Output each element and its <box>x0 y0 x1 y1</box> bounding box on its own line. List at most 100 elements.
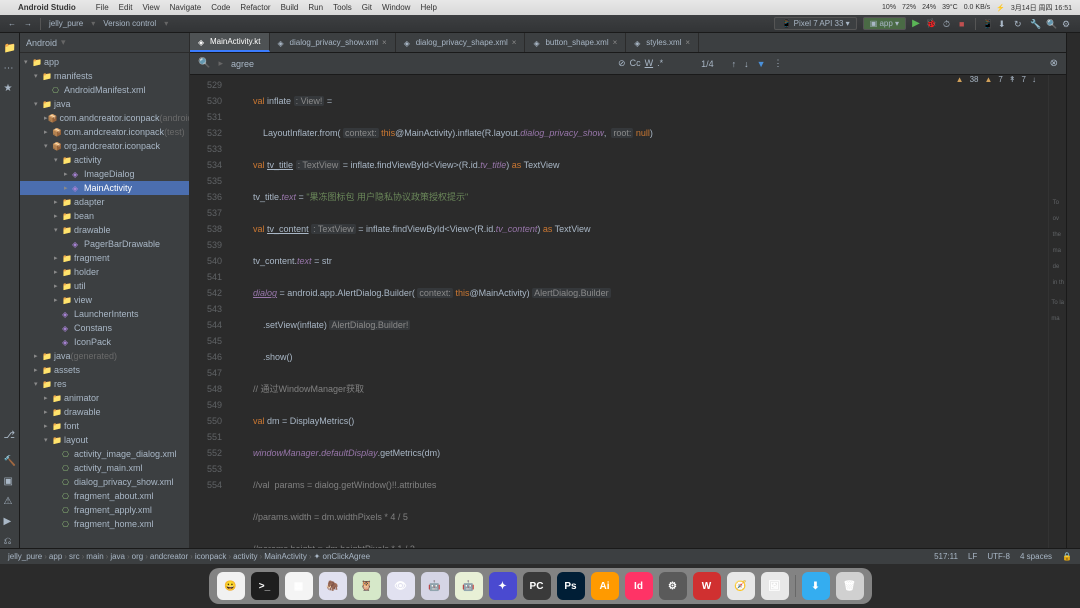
mac-status-item[interactable]: 72% <box>902 4 916 11</box>
run-icon[interactable]: ▶ <box>912 18 920 29</box>
project-view-selector[interactable]: Android▾ <box>20 33 189 53</box>
tree-item[interactable]: ▾ 📁 res <box>20 377 189 391</box>
tree-item[interactable]: ▾ 📁 activity <box>20 153 189 167</box>
breadcrumb-item[interactable]: main <box>86 552 103 561</box>
breadcrumb-item[interactable]: activity <box>233 552 257 561</box>
mac-status-item[interactable]: ⚡ <box>996 4 1005 12</box>
breadcrumb-item[interactable]: MainActivity <box>264 552 307 561</box>
dock-app-icon[interactable]: 🗑 <box>836 572 864 600</box>
sync-icon[interactable]: ↻ <box>1014 19 1024 29</box>
tree-item[interactable]: ▾ 📦 org.andcreator.iconpack <box>20 139 189 153</box>
tree-item[interactable]: ▸ 📁 drawable <box>20 405 189 419</box>
breadcrumb[interactable]: jelly_pure › app › src › main › java › o… <box>8 552 370 561</box>
tree-item[interactable]: ▸ 📁 bean <box>20 209 189 223</box>
run-config-selector[interactable]: ▣ app ▾ <box>863 17 906 30</box>
find-close-icon[interactable]: ⊗ <box>1050 58 1058 69</box>
mac-status-item[interactable]: 0.0 KB/s <box>964 4 990 11</box>
tree-item[interactable]: ▸ 📁 assets <box>20 363 189 377</box>
mac-menu-item[interactable]: Git <box>362 3 372 12</box>
tree-item[interactable]: ⎔ dialog_privacy_show.xml <box>20 475 189 489</box>
dock-app-icon[interactable]: 🧭 <box>727 572 755 600</box>
mac-menu-item[interactable]: View <box>142 3 159 12</box>
vcs-tool-icon[interactable]: ⎌ <box>4 536 16 548</box>
dock-app-icon[interactable]: 🤖 <box>455 572 483 600</box>
problems-tool-icon[interactable]: ⚠ <box>4 496 16 508</box>
find-word-icon[interactable]: W <box>645 58 654 69</box>
breadcrumb-item[interactable]: andcreator <box>150 552 188 561</box>
code-editor[interactable]: val inflate : View! = LayoutInflater.fro… <box>228 75 1048 548</box>
tree-item[interactable]: ▸ 📁 java (generated) <box>20 349 189 363</box>
editor-tab[interactable]: ◈ MainActivity.kt <box>190 33 270 52</box>
mac-menu-item[interactable]: Code <box>211 3 230 12</box>
readonly-icon[interactable]: 🔒 <box>1062 552 1072 561</box>
editor-tab[interactable]: ◈ dialog_privacy_show.xml × <box>270 33 396 52</box>
mac-status-item[interactable]: 3月14日 周四 16:51 <box>1011 3 1072 13</box>
run-tool-icon[interactable]: ▶ <box>4 516 16 528</box>
file-encoding[interactable]: UTF-8 <box>987 552 1010 561</box>
indent-setting[interactable]: 4 spaces <box>1020 552 1052 561</box>
find-filter-icon[interactable]: ▼ <box>757 59 766 69</box>
cursor-position[interactable]: 517:11 <box>934 552 958 561</box>
mac-menu-item[interactable]: Refactor <box>240 3 270 12</box>
git-tool-icon[interactable]: ⎇ <box>4 430 16 442</box>
tree-item[interactable]: ◈ Constans <box>20 321 189 335</box>
tree-item[interactable]: ◈ PagerBarDrawable <box>20 237 189 251</box>
dock-app-icon[interactable]: 🖼 <box>761 572 789 600</box>
tree-item[interactable]: ▾ 📁 app <box>20 55 189 69</box>
tree-item[interactable]: ⎔ fragment_home.xml <box>20 517 189 531</box>
mac-menu-item[interactable]: Edit <box>119 3 133 12</box>
tree-item[interactable]: ▾ 📁 manifests <box>20 69 189 83</box>
tree-item[interactable]: ◈ LauncherIntents <box>20 307 189 321</box>
breadcrumb-item[interactable]: org <box>132 552 144 561</box>
tree-item[interactable]: ▸ 📁 view <box>20 293 189 307</box>
avd-icon[interactable]: 📱 <box>982 19 992 29</box>
tree-item[interactable]: ⎔ fragment_about.xml <box>20 489 189 503</box>
find-regex-icon[interactable]: .* <box>657 58 663 69</box>
tree-item[interactable]: ▾ 📁 drawable <box>20 223 189 237</box>
mac-menu-item[interactable]: Window <box>382 3 410 12</box>
mac-menu-item[interactable]: Tools <box>333 3 352 12</box>
terminal-tool-icon[interactable]: ▣ <box>4 476 16 488</box>
mac-status-item[interactable]: 24% <box>922 4 936 11</box>
find-case-icon[interactable]: Cc <box>630 58 641 69</box>
tree-item[interactable]: ▸ 📁 fragment <box>20 251 189 265</box>
project-name[interactable]: jelly_pure <box>49 19 83 28</box>
search-icon[interactable]: 🔍 <box>1046 19 1056 29</box>
dock-app-icon[interactable]: 😀 <box>217 572 245 600</box>
settings-icon[interactable]: ⚙ <box>1062 19 1072 29</box>
tree-item[interactable]: ▸ 📁 holder <box>20 265 189 279</box>
editor-tab[interactable]: ◈ button_shape.xml × <box>525 33 626 52</box>
dock-app-icon[interactable]: Id <box>625 572 653 600</box>
dock-app-icon[interactable]: W <box>693 572 721 600</box>
find-more-icon[interactable]: ⋮ <box>774 58 783 69</box>
breadcrumb-item[interactable]: java <box>110 552 125 561</box>
mac-menu-item[interactable]: Build <box>281 3 299 12</box>
find-down-icon[interactable]: ↓ <box>744 59 749 69</box>
project-tool-icon[interactable]: 📁 <box>4 43 16 55</box>
dock-app-icon[interactable]: 🤖 <box>421 572 449 600</box>
find-search-icon[interactable]: 🔍 <box>198 58 210 69</box>
structure-tool-icon[interactable]: ⋯ <box>4 63 16 75</box>
close-tab-icon[interactable]: × <box>685 38 690 47</box>
editor-tab[interactable]: ◈ dialog_privacy_shape.xml × <box>396 33 526 52</box>
nav-back-icon[interactable]: ← <box>8 19 16 28</box>
tree-item[interactable]: ▸ 📁 util <box>20 279 189 293</box>
app-name[interactable]: Android Studio <box>18 3 76 12</box>
line-separator[interactable]: LF <box>968 552 977 561</box>
mac-menu-item[interactable]: Navigate <box>170 3 202 12</box>
tree-item[interactable]: ▸ 📁 adapter <box>20 195 189 209</box>
tree-item[interactable]: ▾ 📁 layout <box>20 433 189 447</box>
debug-icon[interactable]: 🐞 <box>926 18 937 29</box>
tools-icon[interactable]: 🔧 <box>1030 19 1040 29</box>
minimap[interactable]: Toovthemadein th To lama <box>1048 75 1066 548</box>
tree-item[interactable]: ▸ 📦 com.andcreator.iconpack (androidTes <box>20 111 189 125</box>
vcs-label[interactable]: Version control <box>103 19 156 28</box>
breadcrumb-item[interactable]: ✦ onClickAgree <box>314 552 371 561</box>
breadcrumb-item[interactable]: src <box>69 552 80 561</box>
sdk-icon[interactable]: ⬇ <box>998 19 1008 29</box>
dock-app-icon[interactable]: Ps <box>557 572 585 600</box>
mac-status-item[interactable]: 39°C <box>942 4 958 11</box>
close-tab-icon[interactable]: × <box>512 38 517 47</box>
tree-item[interactable]: ⎔ activity_image_dialog.xml <box>20 447 189 461</box>
bookmarks-tool-icon[interactable]: ★ <box>4 83 16 95</box>
